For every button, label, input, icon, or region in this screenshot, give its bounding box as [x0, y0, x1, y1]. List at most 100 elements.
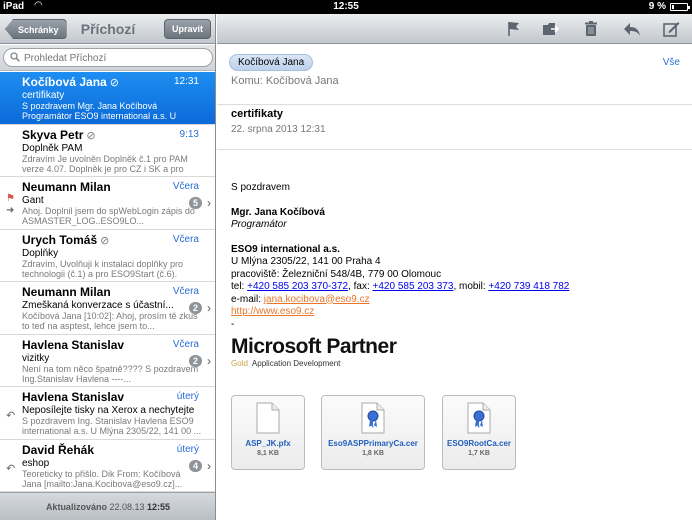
message-toolbar: [217, 14, 692, 44]
list-navbar: Schránky Příchozí Upravit: [0, 14, 215, 44]
chevron-right-icon: ›: [207, 301, 211, 315]
message-subject: Neposílejte tisky na Xerox a nechytejte.…: [22, 405, 194, 416]
fax-link[interactable]: +420 585 203 373: [373, 281, 454, 292]
show-all-link[interactable]: Vše: [663, 57, 680, 68]
replied-icon: ↶: [6, 462, 16, 475]
phone-line: tel: +420 585 203 370-372, fax: +420 585…: [231, 281, 570, 292]
website-link[interactable]: http://www.eso9.cz: [231, 306, 314, 317]
attachment-size: 8,1 KB: [257, 450, 279, 457]
message-sender: Havlena Stanislav: [22, 337, 125, 352]
subject-block: certifikaty 22. srpna 2013 12:31: [217, 106, 692, 150]
message-date: Včera: [172, 286, 199, 297]
message-preview: Zdravím Je uvolněn Doplněk č.1 pro PAM v…: [22, 153, 188, 175]
message-row[interactable]: ↶ David Řehák úterý eshop Teoreticky to …: [0, 440, 215, 492]
certificate-icon: [361, 402, 385, 434]
attachment-name: Eso9ASPPrimaryCa.cer: [328, 439, 418, 448]
attachment-tile[interactable]: ESO9RootCa.cer 1,7 KB: [442, 395, 516, 470]
logo-wordmark: Microsoft Partner: [231, 335, 397, 358]
message-sender: Neumann Milan: [22, 180, 111, 194]
email-link[interactable]: jana.kocibova@eso9.cz: [264, 294, 370, 305]
message-sender: David Řehák: [22, 442, 95, 457]
message-date: úterý: [176, 391, 199, 402]
message-row[interactable]: Skyva Petr ⊘ 9:13 Doplněk PAM Zdravím Je …: [0, 125, 215, 177]
search-bar: [0, 45, 215, 71]
attachment-tile[interactable]: Eso9ASPPrimaryCa.cer 1,8 KB: [321, 395, 425, 470]
email-line: e-mail: jana.kocibova@eso9.cz: [231, 293, 370, 305]
trash-icon[interactable]: [581, 19, 601, 39]
recipient-line: Komu: Kočíbová Jana: [231, 75, 339, 87]
updated-footer: Aktualizováno 22.08.13 12:55: [0, 492, 215, 520]
updated-date: 22.08.13: [109, 502, 145, 512]
address-line-2: pracoviště: Železniční 548/4B, 779 00 Ol…: [231, 268, 442, 280]
message-row[interactable]: ⚑ ➜ Neumann Milan Včera Gant Ahoj. Dopln…: [0, 177, 215, 230]
message-list: Kočíbová Jana ⊘ 12:31 certifikaty S pozdr…: [0, 72, 215, 492]
message-preview: Není na tom něco špatně???? S pozdravem …: [22, 363, 199, 384]
attachment-name: ESO9RootCa.cer: [446, 439, 512, 448]
message-preview: Ahoj. Doplnil jsem do spWebLogin zápis d…: [22, 206, 195, 226]
address-line-1: U Mlýna 2305/22, 141 00 Praha 4: [231, 256, 381, 267]
status-bar: iPad ◠ 12:55 9 %: [0, 0, 692, 14]
message-subject: Doplněk PAM: [22, 142, 83, 154]
edit-button[interactable]: Upravit: [163, 19, 211, 39]
search-input[interactable]: [24, 51, 204, 65]
chevron-right-icon: ›: [207, 458, 211, 473]
message-date: 12:31: [173, 76, 199, 87]
message-date: Včera: [172, 233, 199, 245]
message-date: Včera: [172, 181, 199, 192]
forward-icon: ➜: [6, 205, 15, 216]
document-icon: [256, 402, 280, 434]
attachment-icon: ⊘: [86, 129, 96, 142]
certificate-icon: [467, 402, 491, 434]
attachment-icon: ⊘: [100, 234, 110, 247]
attachment-size: 1,7 KB: [468, 450, 490, 457]
message-detail-pane: Kočíbová Jana Vše Komu: Kočíbová Jana ce…: [217, 14, 692, 520]
message-list-pane: Schránky Příchozí Upravit Kočíbová Jana⊘…: [0, 14, 216, 520]
message-preview: S pozdravem Ing. Stanislav Havlena ESO9 …: [22, 416, 202, 436]
compose-icon[interactable]: [661, 19, 681, 39]
message-preview: Kočíbová Jana [10:02]: Ahoj, prosím tě z…: [22, 311, 198, 331]
message-preview: Teoreticky to přišlo. Dik From: Kočíbová…: [22, 468, 183, 489]
attachment-icon: ⊘: [109, 77, 119, 89]
sender-pill[interactable]: Kočíbová Jana: [229, 54, 314, 71]
thread-count-badge: 2: [188, 354, 202, 367]
attachment-size: 1,8 KB: [362, 450, 384, 457]
message-date: 9:13: [179, 128, 199, 140]
thread-count-badge: 5: [188, 197, 202, 209]
thread-count-badge: 4: [188, 459, 202, 472]
message-sender: Urych Tomáš: [22, 232, 98, 247]
message-row[interactable]: ↶ Havlena Stanislav úterý Neposílejte ti…: [0, 387, 215, 440]
thread-count-badge: 2: [188, 302, 202, 314]
attachment-name: ASP_JK.pfx: [245, 439, 291, 448]
search-icon: [10, 52, 20, 62]
flag-icon[interactable]: [504, 19, 524, 39]
message-datetime: 22. srpna 2013 12:31: [231, 124, 326, 135]
logo-subtitle: Application Development: [251, 359, 341, 368]
message-row[interactable]: Urych Tomáš ⊘ Včera Doplňky Zdravím, Uvol…: [0, 230, 215, 282]
reply-icon[interactable]: [622, 19, 642, 39]
message-row[interactable]: Havlena Stanislav Včera vizitky Není na …: [0, 335, 215, 387]
updated-time: 12:55: [147, 502, 171, 512]
tel-link[interactable]: +420 585 203 370-372: [247, 281, 348, 292]
message-sender: Kočíbová Jana: [22, 75, 107, 89]
message-sender: Neumann Milan: [22, 285, 111, 299]
chevron-right-icon: ›: [207, 196, 211, 210]
battery-icon: [670, 3, 690, 11]
message-subject: Gant: [22, 195, 44, 206]
greeting-text: S pozdravem: [231, 182, 290, 193]
message-preview: Zdravím, Uvolňuji k instalaci doplňky pr…: [22, 258, 184, 280]
search-field[interactable]: [3, 48, 213, 67]
message-date: úterý: [176, 443, 199, 455]
move-to-folder-icon[interactable]: [541, 19, 561, 39]
message-header: Kočíbová Jana Vše Komu: Kočíbová Jana: [217, 45, 692, 105]
message-row[interactable]: Neumann Milan Včera Zmeškaná konverzace …: [0, 282, 215, 335]
replied-icon: ↶: [6, 410, 16, 422]
message-subject: vizitky: [22, 352, 50, 364]
message-row[interactable]: Kočíbová Jana ⊘ 12:31 certifikaty S pozdr…: [0, 72, 215, 125]
message-date: Včera: [172, 338, 199, 350]
attachment-tile[interactable]: ASP_JK.pfx 8,1 KB: [231, 395, 305, 470]
mobile-link[interactable]: +420 739 418 782: [488, 281, 569, 292]
message-subject: certifikaty: [22, 90, 65, 101]
status-time: 12:55: [333, 1, 359, 12]
microsoft-partner-logo: Microsoft Partner Gold Application Develo…: [231, 335, 397, 368]
message-subject-title: certifikaty: [231, 108, 283, 120]
